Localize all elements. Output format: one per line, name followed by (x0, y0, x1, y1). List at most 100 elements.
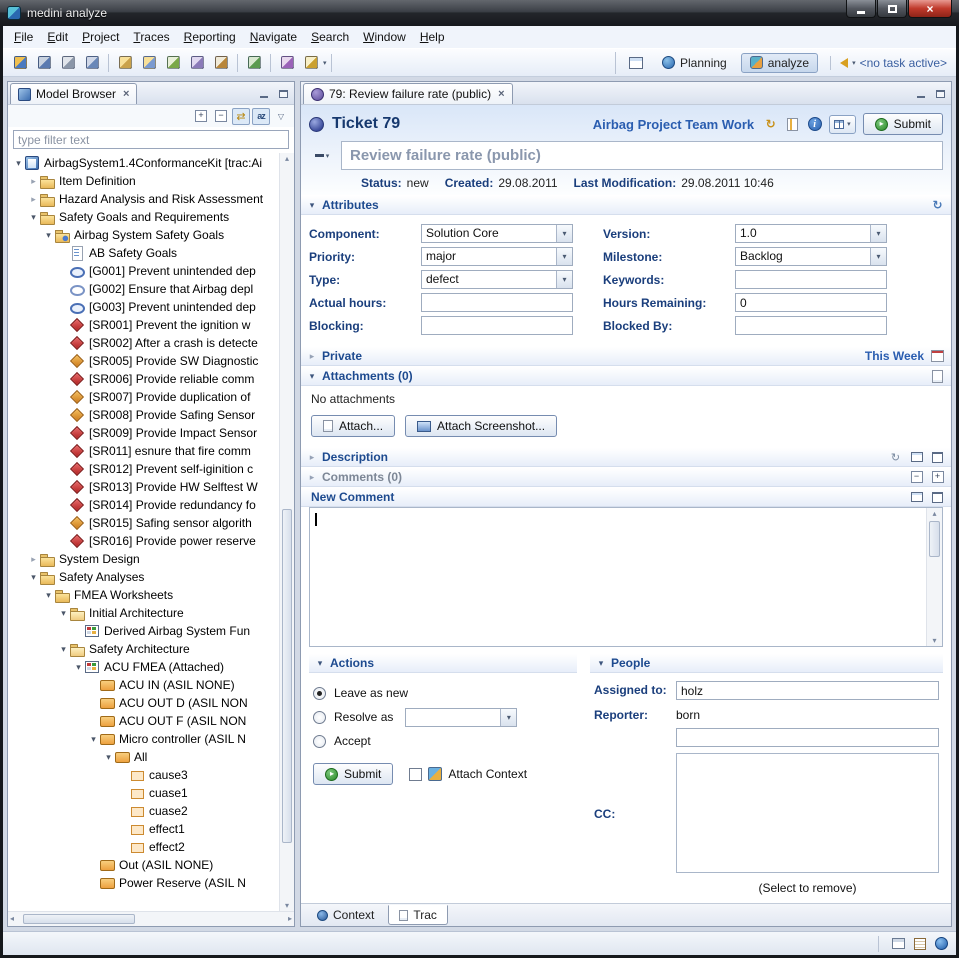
resolve-as-select[interactable]: ▾ (405, 708, 517, 727)
maximize-view-icon[interactable] (933, 87, 947, 100)
collapse-arrow-icon[interactable]: ▾ (58, 644, 69, 655)
tree-item[interactable]: ▾All (8, 748, 279, 766)
scroll-right-icon[interactable]: ▸ (288, 914, 292, 923)
dropdown-arrow-icon[interactable]: ▾ (556, 225, 572, 242)
tree-item[interactable]: [SR015] Safing sensor algorith (8, 514, 279, 532)
fast-view-icon[interactable] (892, 938, 905, 949)
summary-field[interactable]: Review failure rate (public) (341, 141, 943, 170)
action-option[interactable]: Resolve as▾ (313, 705, 573, 729)
menu-help[interactable]: Help (413, 28, 452, 46)
cc-list[interactable] (676, 753, 939, 873)
tree-item[interactable]: effect2 (8, 838, 279, 856)
tree-item[interactable]: ▾Safety Goals and Requirements (8, 208, 279, 226)
link-with-editor-icon[interactable] (232, 108, 250, 125)
tree-item[interactable]: ▾FMEA Worksheets (8, 586, 279, 604)
tree-item[interactable]: [G001] Prevent unintended dep (8, 262, 279, 280)
dropdown-arrow-icon[interactable]: ▾ (556, 271, 572, 288)
tree-item[interactable]: ▾Safety Analyses (8, 568, 279, 586)
tree-item[interactable]: ACU OUT F (ASIL NON (8, 712, 279, 730)
tree-item[interactable]: cause3 (8, 766, 279, 784)
vertical-scrollbar[interactable]: ▴ ▾ (279, 153, 294, 911)
scroll-left-icon[interactable]: ◂ (10, 914, 14, 923)
collapse-all-icon[interactable] (909, 470, 924, 484)
tab-ticket-79[interactable]: 79: Review failure rate (public) × (303, 83, 513, 104)
submit-button[interactable]: Submit (313, 763, 393, 785)
view-menu-icon[interactable] (272, 108, 290, 125)
tree-item[interactable]: [SR006] Provide reliable comm (8, 370, 279, 388)
tree-item[interactable]: cuase2 (8, 802, 279, 820)
tree-item[interactable]: ▸Item Definition (8, 172, 279, 190)
action-option[interactable]: Accept (313, 729, 573, 753)
minimize-view-icon[interactable] (914, 87, 928, 100)
page-tab-trac[interactable]: Trac (388, 905, 448, 925)
keywords-input[interactable] (735, 270, 887, 289)
scroll-thumb[interactable] (929, 521, 940, 557)
task-dropdown-icon[interactable]: ▾ (852, 59, 856, 67)
sort-icon[interactable] (252, 108, 270, 125)
tree-item[interactable]: [G002] Ensure that Airbag depl (8, 280, 279, 298)
radio-icon[interactable] (313, 711, 326, 724)
collapse-arrow-icon[interactable]: ▾ (28, 572, 39, 583)
refresh-icon[interactable] (888, 450, 903, 464)
open-ticket-icon[interactable] (785, 117, 800, 131)
tree-item[interactable]: ▸Hazard Analysis and Risk Assessment (8, 190, 279, 208)
summary-menu-button[interactable]: ▾ (309, 145, 335, 166)
tree-item[interactable]: Power Reserve (ASIL N (8, 874, 279, 892)
tree-item[interactable]: ▾AirbagSystem1.4ConformanceKit [trac:Ai (8, 154, 279, 172)
preview-icon[interactable] (909, 490, 924, 504)
perspective-analyze[interactable]: analyze (741, 53, 818, 73)
maximize-section-icon[interactable] (930, 450, 945, 464)
open-in-browser-icon[interactable] (909, 450, 924, 464)
tree-item[interactable]: AB Safety Goals (8, 244, 279, 262)
radio-icon[interactable] (313, 687, 326, 700)
tree-item[interactable]: [SR001] Prevent the ignition w (8, 316, 279, 334)
menu-navigate[interactable]: Navigate (243, 28, 304, 46)
info-icon[interactable] (807, 117, 822, 131)
open-perspective-icon[interactable] (624, 52, 648, 74)
attach-button[interactable]: Attach... (311, 415, 395, 437)
hours-remaining-input[interactable] (735, 293, 887, 312)
tree-item[interactable]: [SR008] Provide Safing Sensor (8, 406, 279, 424)
collapse-arrow-icon[interactable]: ▾ (88, 734, 99, 745)
filter-input[interactable] (13, 130, 289, 149)
tree-item[interactable]: [SR009] Provide Impact Sensor (8, 424, 279, 442)
tree-item[interactable]: ▾Safety Architecture (8, 640, 279, 658)
type-select[interactable]: defect▾ (421, 270, 573, 289)
tree-item[interactable]: ▾Micro controller (ASIL N (8, 730, 279, 748)
maximize-section-icon[interactable] (930, 490, 945, 504)
model-package-icon[interactable] (275, 52, 299, 74)
expand-arrow-icon[interactable]: ▸ (307, 351, 317, 362)
collapse-arrow-icon[interactable]: ▾ (307, 371, 317, 382)
collapse-arrow-icon[interactable]: ▾ (58, 608, 69, 619)
scroll-down-icon[interactable]: ▾ (280, 901, 294, 910)
close-icon[interactable]: × (498, 88, 504, 100)
horizontal-scrollbar[interactable]: ◂ ▸ (8, 911, 294, 926)
section-new-comment[interactable]: New Comment (301, 487, 951, 507)
close-button[interactable]: × (908, 0, 952, 18)
menu-edit[interactable]: Edit (40, 28, 75, 46)
comments-icon[interactable] (137, 52, 161, 74)
tree-item[interactable]: cuase1 (8, 784, 279, 802)
expand-arrow-icon[interactable]: ▸ (307, 452, 317, 463)
collapse-all-icon[interactable] (212, 108, 230, 125)
tree-item[interactable]: ▾ACU FMEA (Attached) (8, 658, 279, 676)
minimize-button[interactable] (846, 0, 876, 18)
section-attachments[interactable]: ▾ Attachments (0) (301, 366, 951, 386)
collapse-arrow-icon[interactable]: ▾ (307, 200, 317, 211)
collapse-arrow-icon[interactable]: ▾ (73, 662, 84, 673)
scroll-thumb[interactable] (282, 509, 292, 843)
section-comments[interactable]: ▸ Comments (0) (301, 467, 951, 487)
section-description[interactable]: ▸ Description (301, 447, 951, 467)
menu-traces[interactable]: Traces (126, 28, 176, 46)
section-actions[interactable]: ▾ Actions (309, 653, 577, 673)
menu-reporting[interactable]: Reporting (177, 28, 243, 46)
title-bar[interactable]: medini analyze × (0, 0, 959, 26)
chevron-down-icon[interactable]: ▾ (323, 59, 327, 67)
expand-all-icon[interactable] (192, 108, 210, 125)
perspective-planning[interactable]: Planning (653, 53, 736, 73)
chart-icon[interactable] (242, 52, 266, 74)
tree-item[interactable]: Derived Airbag System Fun (8, 622, 279, 640)
vertical-scrollbar[interactable]: ▴ ▾ (926, 508, 942, 646)
version-select[interactable]: 1.0▾ (735, 224, 887, 243)
tree-item[interactable]: [SR013] Provide HW Selftest W (8, 478, 279, 496)
